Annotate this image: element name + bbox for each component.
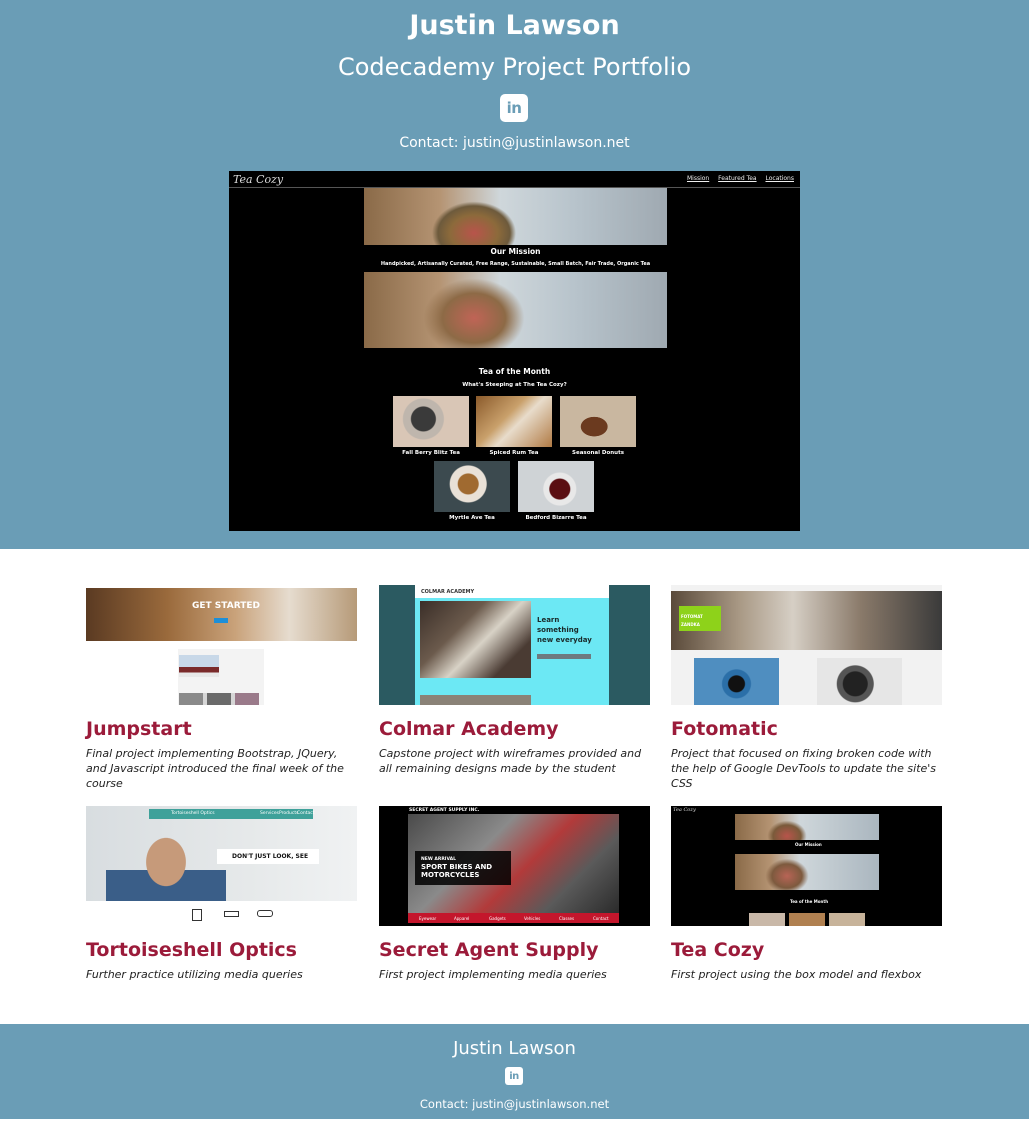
thumb-nav: Contact (593, 916, 609, 921)
project-title[interactable]: Colmar Academy (379, 717, 559, 741)
project-thumbnail[interactable]: FOTOMAT ZANDKA (671, 585, 942, 705)
thumb-text: Learn something new everyday (537, 616, 592, 644)
tea-item: Bedford Bizarre Tea (518, 461, 594, 527)
tea-caption: Bedford Bizarre Tea (525, 515, 587, 521)
project-description: Further practice utilizing media queries (86, 968, 303, 981)
tea-image (518, 461, 594, 512)
tea-item: Myrtle Ave Tea (434, 461, 510, 527)
mission-banner: Our Mission Handpicked, Artisanally Cura… (364, 245, 667, 272)
project-title[interactable]: Fotomatic (671, 717, 778, 741)
project-description: Final project implementing Bootstrap, JQ… (86, 747, 344, 790)
thumb-nav: Products (279, 811, 299, 816)
hero-screenshot[interactable]: Tea Cozy Mission Featured Tea Locations … (229, 171, 800, 531)
mission-text: Handpicked, Artisanally Curated, Free Ra… (380, 261, 651, 267)
thumb-nav: Classes (559, 916, 575, 921)
project-description: Capstone project with wireframes provide… (379, 747, 642, 775)
project-thumbnail[interactable]: Tea Cozy Our Mission Tea of the Month (671, 806, 942, 926)
thumb-nav: Gadgets (489, 916, 506, 921)
thumb-text: DON'T JUST LOOK, SEE (232, 853, 309, 860)
page-subtitle: Codecademy Project Portfolio (337, 53, 692, 81)
thumb-nav: Vehicles (524, 916, 541, 921)
project-title[interactable]: Tea Cozy (671, 938, 764, 962)
linkedin-icon[interactable]: in (505, 1067, 523, 1085)
tea-item: Fall Berry Blitz Tea (393, 396, 469, 462)
thumb-nav: Apparel (454, 916, 470, 921)
project-description: Project that focused on fixing broken co… (671, 747, 937, 790)
page-header: Justin Lawson Codecademy Project Portfol… (0, 0, 1029, 549)
tea-image (560, 396, 636, 447)
project-title[interactable]: Jumpstart (86, 717, 192, 741)
mission-title: Our Mission (490, 247, 541, 256)
tea-of-month-title: Tea of the Month (478, 367, 551, 376)
site-owner-name: Justin Lawson (409, 10, 620, 41)
linkedin-icon[interactable]: in (500, 94, 528, 122)
tea-image (434, 461, 510, 512)
thumb-brand: Tortoiseshell Optics (171, 811, 215, 816)
tea-of-month-subtitle: What's Steeping at The Tea Cozy? (462, 382, 567, 388)
tea-item: Spiced Rum Tea (476, 396, 552, 462)
hero-nav-locations: Locations (765, 175, 794, 182)
project-thumbnail[interactable]: GET STARTED (86, 585, 357, 705)
thumb-brand: COLMAR ACADEMY (421, 589, 475, 595)
tea-item: Seasonal Donuts (560, 396, 636, 462)
footer-name: Justin Lawson (453, 1038, 576, 1059)
project-title[interactable]: Tortoiseshell Optics (86, 938, 297, 962)
hero-brand: Tea Cozy (233, 173, 284, 186)
thumb-text: Tea of the Month (790, 899, 829, 904)
page-footer: Justin Lawson in Contact: justin@justinl… (0, 1024, 1029, 1119)
thumb-text: Our Mission (795, 842, 822, 847)
thumb-text: FOTOMAT ZANDKA (681, 614, 703, 627)
project-description: First project implementing media queries (379, 968, 607, 981)
contact-email[interactable]: Contact: justin@justinlawson.net (0, 133, 1029, 153)
hero-nav-featured: Featured Tea (718, 175, 757, 182)
project-title[interactable]: Secret Agent Supply (379, 938, 599, 962)
tea-caption: Seasonal Donuts (572, 450, 624, 456)
thumb-nav: Eyewear (419, 916, 437, 921)
thumb-nav: Contact (297, 811, 315, 816)
project-description: First project using the box model and fl… (671, 968, 922, 981)
thumb-brand: Tea Cozy (673, 807, 696, 813)
tea-caption: Fall Berry Blitz Tea (402, 450, 460, 456)
project-thumbnail[interactable]: Tortoiseshell Optics Services Products C… (86, 806, 357, 926)
hero-nav: Mission Featured Tea Locations (680, 175, 794, 182)
tea-image (476, 396, 552, 447)
tea-caption: Spiced Rum Tea (489, 450, 539, 456)
project-thumbnail[interactable]: COLMAR ACADEMY Learn something new every… (379, 585, 650, 705)
thumb-nav: Services (260, 811, 279, 816)
thumb-text: GET STARTED (192, 601, 260, 611)
tea-image (393, 396, 469, 447)
hero-nav-mission: Mission (686, 175, 710, 182)
tea-caption: Myrtle Ave Tea (449, 515, 495, 521)
footer-contact-email[interactable]: Contact: justin@justinlawson.net (0, 1096, 1029, 1112)
project-thumbnail[interactable]: SECRET AGENT SUPPLY INC. NEW ARRIVAL SPO… (379, 806, 650, 926)
thumb-text: SPORT BIKES AND MOTORCYCLES (421, 863, 493, 879)
